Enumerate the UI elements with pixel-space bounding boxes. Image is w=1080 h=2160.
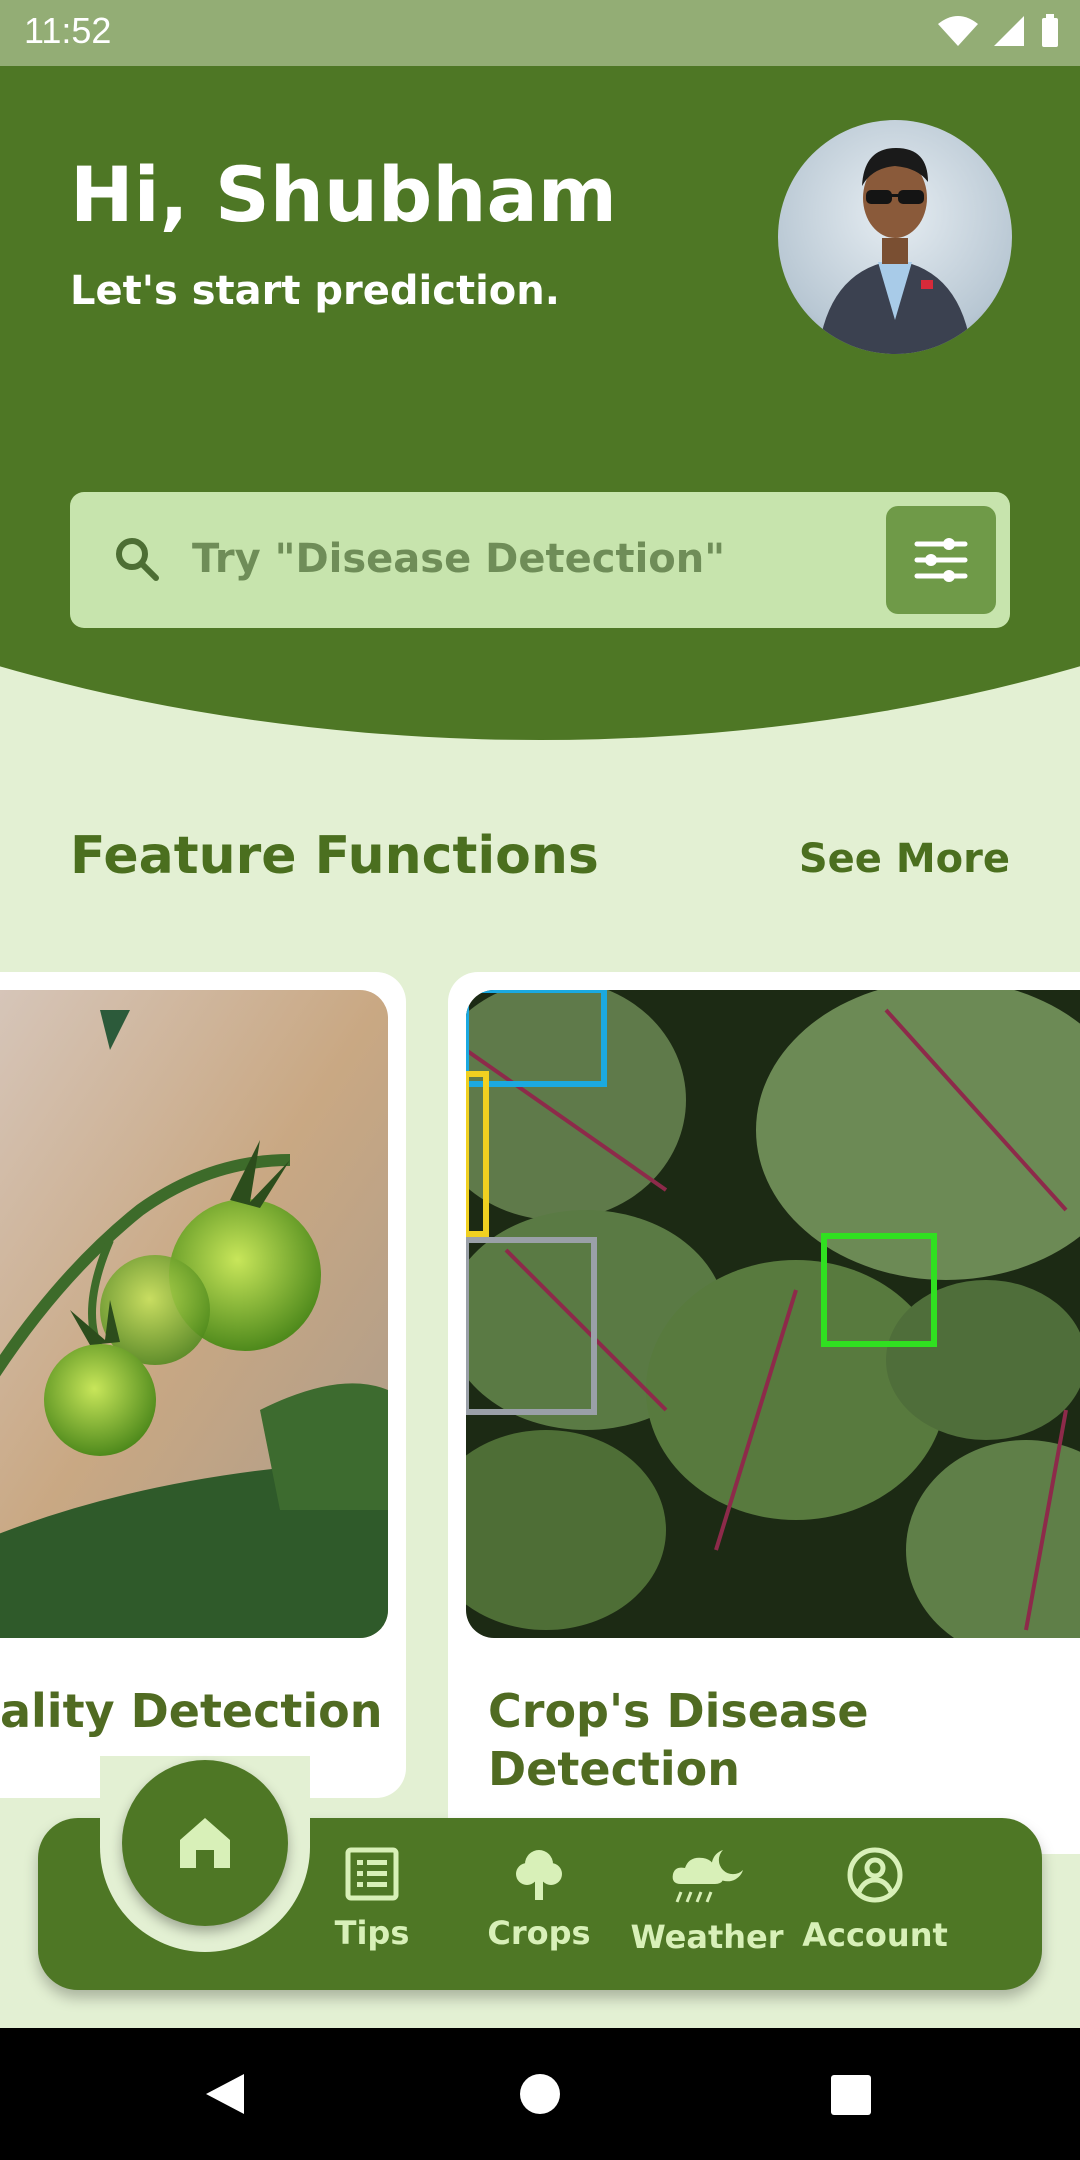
nav-label: Crops: [487, 1914, 591, 1952]
account-icon: [847, 1847, 903, 1903]
weather-icon: [672, 1850, 743, 1903]
home-icon: [180, 1818, 230, 1868]
nav-label: Tips: [334, 1914, 410, 1952]
status-bar: 11:52: [0, 0, 1080, 66]
sliders-icon: [914, 538, 968, 582]
nav-item-weather[interactable]: Weather: [627, 1846, 787, 1956]
leaves-image: [466, 990, 1080, 1638]
tree-icon: [516, 1850, 562, 1900]
filter-button[interactable]: [886, 506, 996, 614]
signal-icon: [994, 16, 1024, 46]
system-nav-bar: [0, 2028, 1080, 2160]
status-icons: [938, 14, 1060, 48]
nav-item-account[interactable]: Account: [795, 1846, 955, 1954]
greeting-subtitle: Let's start prediction.: [70, 268, 560, 314]
status-time: 11:52: [24, 10, 112, 51]
search-icon: [114, 536, 160, 586]
search-bar[interactable]: Try "Disease Detection": [70, 492, 1010, 628]
feature-card-disease[interactable]: Crop's Disease Detection: [448, 972, 1080, 1854]
card-label: Crop's Disease Detection: [488, 1684, 869, 1796]
see-more-link[interactable]: See More: [799, 836, 1010, 882]
nav-item-crops[interactable]: Crops: [459, 1846, 619, 1952]
list-icon: [345, 1847, 399, 1901]
feature-card-quality[interactable]: ality Detection: [0, 972, 406, 1798]
tomato-image: [0, 990, 388, 1638]
back-icon[interactable]: [204, 2072, 246, 2116]
profile-photo: [818, 148, 972, 354]
nav-label: Account: [802, 1916, 948, 1954]
card-label: ality Detection: [0, 1684, 383, 1738]
nav-item-tips[interactable]: Tips: [292, 1846, 452, 1952]
wifi-icon: [938, 16, 978, 46]
search-input[interactable]: Try "Disease Detection": [192, 536, 725, 582]
section-title: Feature Functions: [70, 826, 599, 886]
recents-icon[interactable]: [830, 2074, 872, 2116]
nav-label: Weather: [630, 1918, 784, 1956]
home-circle-icon[interactable]: [518, 2072, 562, 2116]
battery-icon: [1042, 14, 1058, 47]
home-button[interactable]: [122, 1760, 288, 1926]
avatar[interactable]: [778, 120, 1012, 354]
greeting: Hi, Shubham: [70, 150, 617, 239]
